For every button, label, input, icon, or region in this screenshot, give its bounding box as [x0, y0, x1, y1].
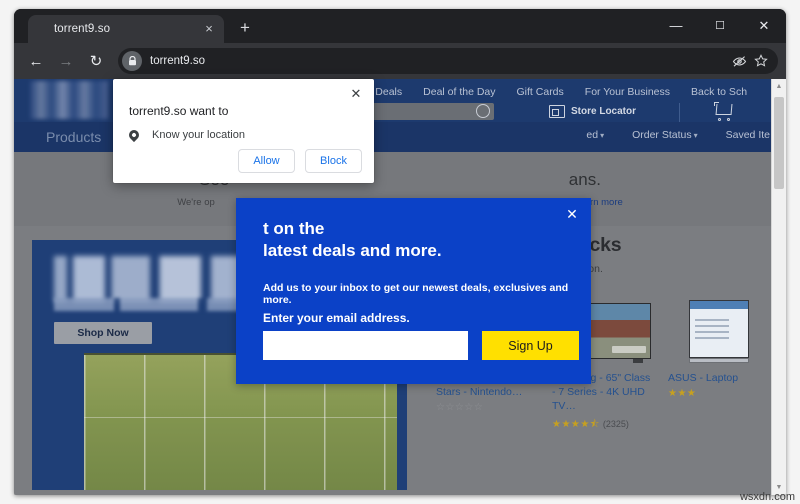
- permission-buttons: Allow Block: [238, 149, 362, 173]
- location-permission-dialog: ✕ torrent9.so want to Know your location…: [113, 79, 374, 183]
- sub-nav-item-order-status[interactable]: Order Status ▾: [632, 129, 698, 141]
- sub-nav-item-recently-viewed[interactable]: ed ▾: [586, 129, 604, 141]
- site-logo[interactable]: [30, 81, 108, 119]
- address-bar[interactable]: torrent9.so: [118, 48, 778, 74]
- sub-nav-right: ed ▾ Order Status ▾ Saved Ite: [586, 129, 770, 141]
- site-top-nav: ards Top Deals Deal of the Day Gift Card…: [314, 86, 774, 98]
- sub-nav-item-saved-items[interactable]: Saved Ite: [726, 129, 770, 141]
- notice-subtext-left: We're op: [177, 197, 215, 208]
- allow-button[interactable]: Allow: [238, 149, 295, 173]
- shop-now-button[interactable]: Shop Now: [54, 322, 152, 344]
- notice-heading-right: ans.: [568, 170, 601, 189]
- top-nav-item-2[interactable]: Deal of the Day: [423, 86, 495, 98]
- page-scrollbar[interactable]: ▲ ▼: [771, 79, 786, 495]
- top-nav-item-5[interactable]: Back to Sch: [691, 86, 747, 98]
- newsletter-heading: t on the latest deals and more.: [263, 219, 442, 261]
- chevron-down-icon: ▾: [600, 131, 605, 140]
- sub-nav-item-products[interactable]: Products: [46, 129, 101, 145]
- url-text: torrent9.so: [150, 55, 205, 67]
- block-button[interactable]: Block: [305, 149, 362, 173]
- permission-request-row: Know your location: [126, 127, 245, 143]
- product-rating: ☆☆☆☆☆: [436, 402, 484, 414]
- eye-slash-icon[interactable]: [728, 50, 750, 72]
- maximize-button[interactable]: ☐: [698, 9, 742, 43]
- watermark: wsxdn.com: [739, 491, 795, 503]
- minimize-button[interactable]: —: [654, 9, 698, 43]
- product-thumbnail: [668, 289, 770, 363]
- store-locator-link[interactable]: Store Locator: [549, 105, 636, 118]
- newsletter-subtext: Add us to your inbox to get our newest d…: [263, 282, 569, 306]
- browser-tab[interactable]: torrent9.so ×: [28, 15, 224, 43]
- laptop-icon: [689, 300, 749, 363]
- top-nav-item-3[interactable]: Gift Cards: [517, 86, 564, 98]
- store-locator-label: Store Locator: [571, 106, 637, 117]
- lock-icon: [122, 51, 142, 71]
- top-nav-item-4[interactable]: For Your Business: [585, 86, 670, 98]
- newsletter-close-icon[interactable]: ✕: [563, 205, 581, 223]
- tab-close-icon[interactable]: ×: [199, 19, 219, 39]
- close-window-button[interactable]: ✕: [742, 9, 786, 43]
- permission-title: torrent9.so want to: [129, 104, 229, 118]
- chevron-down-icon: ▾: [693, 131, 698, 140]
- window-controls: — ☐ ✕: [654, 9, 786, 43]
- newsletter-modal: ✕ t on the latest deals and more. Add us…: [236, 198, 591, 384]
- star-icon[interactable]: [750, 50, 772, 72]
- reload-button[interactable]: ↻: [82, 47, 110, 75]
- header-divider: [679, 103, 680, 122]
- product-title[interactable]: ASUS - Laptop: [668, 371, 770, 385]
- tab-strip: torrent9.so × + — ☐ ✕: [14, 9, 786, 43]
- tab-title: torrent9.so: [54, 23, 111, 35]
- location-pin-icon: [126, 127, 142, 143]
- search-icon[interactable]: [476, 104, 490, 118]
- browser-window: torrent9.so × + — ☐ ✕ ← → ↻ torrent9.so …: [14, 9, 786, 495]
- scrollbar-thumb[interactable]: [774, 97, 784, 189]
- forward-button[interactable]: →: [52, 47, 80, 75]
- newsletter-email-input[interactable]: [263, 331, 468, 360]
- cart-icon[interactable]: [714, 102, 736, 121]
- back-button[interactable]: ←: [22, 47, 50, 75]
- newsletter-email-label: Enter your email address.: [263, 311, 410, 325]
- store-icon: [549, 105, 565, 118]
- newsletter-signup-button[interactable]: Sign Up: [482, 331, 579, 360]
- product-card[interactable]: ASUS - Laptop ★★★: [668, 289, 770, 434]
- screenshot-root: torrent9.so × + — ☐ ✕ ← → ↻ torrent9.so …: [0, 0, 800, 504]
- product-rating: ★★★: [668, 388, 697, 400]
- product-rating: ★★★★⯪ (2325): [552, 418, 629, 430]
- permission-request-text: Know your location: [152, 129, 245, 141]
- scroll-up-icon[interactable]: ▲: [772, 79, 786, 94]
- permission-close-icon[interactable]: ✕: [347, 85, 365, 103]
- browser-toolbar: ← → ↻ torrent9.so: [14, 43, 786, 79]
- notice-learn-more-link[interactable]: rn more: [590, 197, 623, 208]
- new-tab-button[interactable]: +: [234, 18, 256, 40]
